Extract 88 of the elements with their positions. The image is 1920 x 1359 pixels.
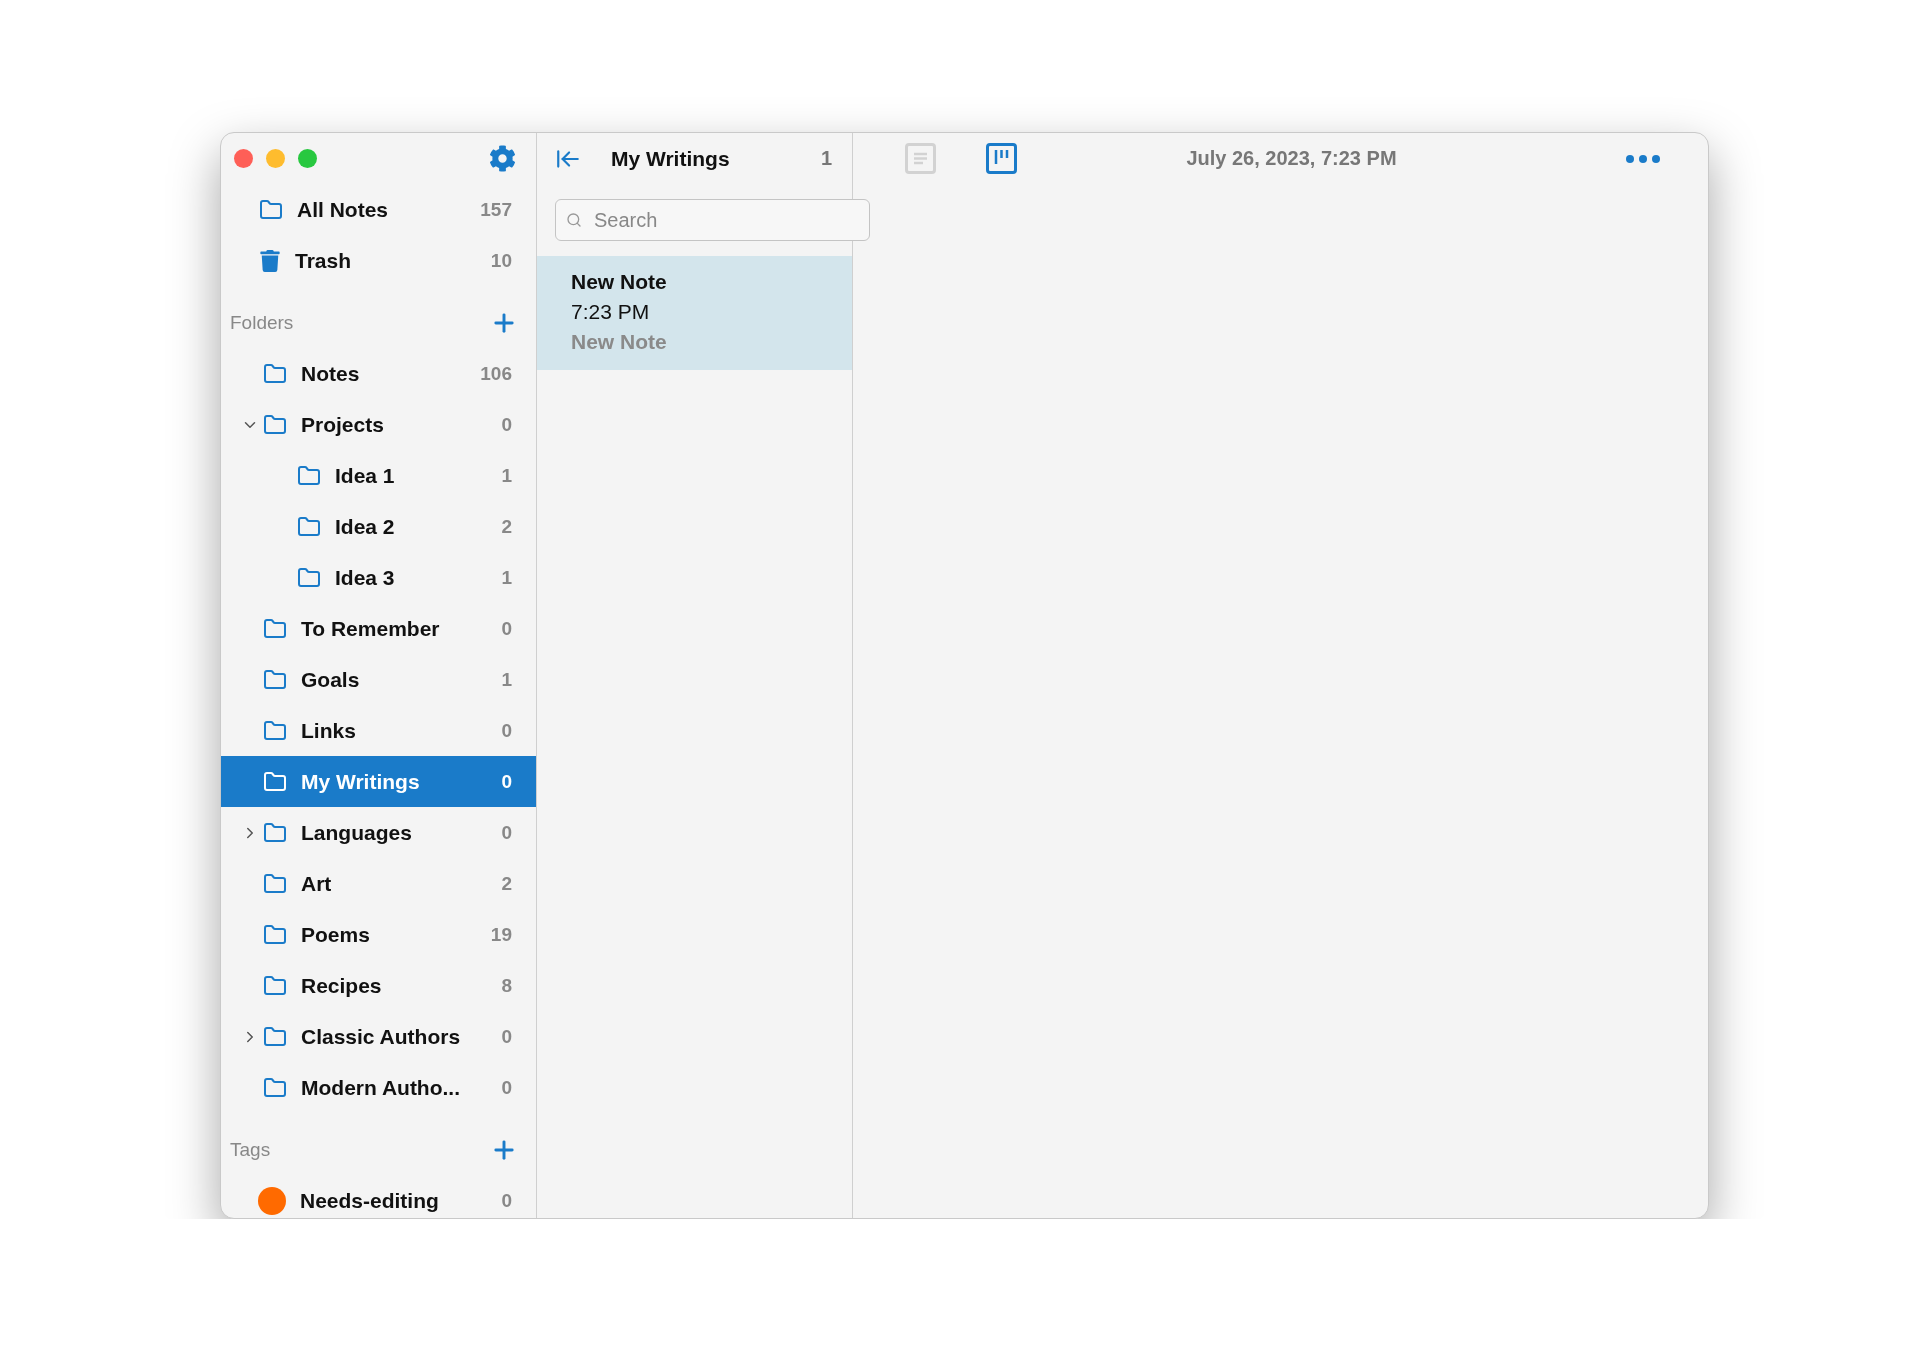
folder-item[interactable]: Recipes 8 [221,960,536,1011]
tag-item[interactable]: Needs-editing 0 [221,1175,536,1218]
folder-item[interactable]: Idea 3 1 [221,552,536,603]
board-view-button[interactable] [986,143,1017,174]
folder-icon [297,463,321,488]
folder-icon [263,718,287,743]
folder-count: 1 [500,464,512,487]
note-list-title: My Writings [611,146,731,171]
folder-count: 0 [500,617,512,640]
folder-count: 1 [500,566,512,589]
folder-icon [297,565,321,590]
window-close-button[interactable] [234,149,253,168]
folder-icon [263,1075,287,1100]
tag-label: Needs-editing [300,1188,440,1213]
folder-label: Idea 3 [335,565,396,590]
trash-count: 10 [489,249,512,272]
folder-icon [263,412,287,437]
folder-icon [263,616,287,641]
folder-item[interactable]: Art 2 [221,858,536,909]
folder-count: 2 [500,515,512,538]
folder-icon [263,973,287,998]
folder-item[interactable]: Links 0 [221,705,536,756]
folder-label: Art [301,871,333,896]
folder-item[interactable]: Projects 0 [221,399,536,450]
note-title: New Note [571,270,668,294]
folder-icon [263,769,287,794]
folder-item[interactable]: Notes 106 [221,348,536,399]
folder-icon [297,514,321,539]
section-header: Tags [230,1138,271,1161]
folder-label: Idea 1 [335,463,396,488]
folder-icon [263,361,287,386]
folder-count: 0 [500,821,512,844]
section-header: Folders [230,311,294,334]
folder-icon [259,197,283,222]
folder-label: Recipes [301,973,383,998]
folder-icon [263,871,287,896]
folder-label: Links [301,718,357,743]
folder-count: 0 [500,1076,512,1099]
folder-label: Goals [301,667,361,692]
folder-label: Poems [301,922,371,947]
folder-count: 0 [500,413,512,436]
all-notes-count: 157 [480,198,512,221]
folder-label: Modern Autho... [301,1075,462,1100]
note-count: 1 [820,147,832,170]
search-icon [566,212,582,228]
folder-item[interactable]: Modern Autho... 0 [221,1062,536,1113]
folder-label: Notes [301,361,361,386]
folder-label: Languages [301,820,413,845]
folder-count: 106 [480,362,512,385]
note-card[interactable]: New Note 7:23 PM New Note [537,256,852,370]
folder-count: 2 [500,872,512,895]
tag-count: 0 [500,1189,512,1212]
folder-item[interactable]: My Writings 0 [221,756,536,807]
folder-item[interactable]: Goals 1 [221,654,536,705]
folder-icon [263,667,287,692]
folder-label: Classic Authors [301,1024,462,1049]
folder-item[interactable]: Idea 2 2 [221,501,536,552]
more-options-icon[interactable] [1626,154,1660,163]
folder-item[interactable]: To Remember 0 [221,603,536,654]
settings-icon[interactable] [489,145,516,172]
note-preview: New Note [571,330,668,354]
folder-icon [263,820,287,845]
folder-count: 0 [500,770,512,793]
trash-icon [259,249,281,272]
note-time: 7:23 PM [571,300,651,324]
trash-label: Trash [295,248,353,273]
folder-count: 0 [500,1025,512,1048]
folder-label: My Writings [301,769,421,794]
folder-label: Projects [301,412,385,437]
folder-icon [263,922,287,947]
folder-item[interactable]: Idea 1 1 [221,450,536,501]
folder-item[interactable]: Languages 0 [221,807,536,858]
folder-label: To Remember [301,616,441,641]
trash-item[interactable]: Trash 10 [221,235,536,286]
folder-count: 19 [489,923,512,946]
note-date: July 26, 2023, 7:23 PM [1185,147,1398,170]
folder-count: 8 [500,974,512,997]
lines-icon [912,151,929,166]
all-notes-label: All Notes [297,197,389,222]
folder-count: 1 [500,668,512,691]
all-notes-item[interactable]: All Notes 157 [221,184,536,235]
folder-item[interactable]: Poems 19 [221,909,536,960]
folder-label: Idea 2 [335,514,396,539]
folder-count: 0 [500,719,512,742]
folder-item[interactable]: Classic Authors 0 [221,1011,536,1062]
columns-icon [993,150,1010,167]
search-field[interactable]: Search [555,199,870,241]
folder-icon [263,1024,287,1049]
